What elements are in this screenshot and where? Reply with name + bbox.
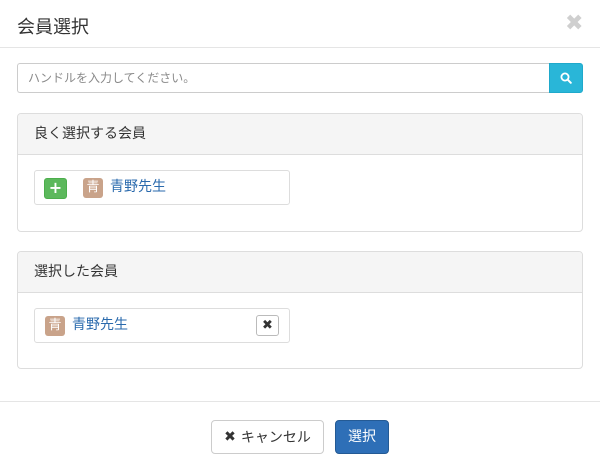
member-name-link[interactable]: 青野先生 [110,177,166,197]
select-button[interactable]: 選択 [335,420,389,454]
member-select-modal: 会員選択 ✖ 良く選択する会員 + 青 青野先生 選択した会員 青 青野先生 ✖… [0,0,600,469]
list-item: 青 青野先生 ✖ [34,308,290,343]
list-item: + 青 青野先生 [34,170,290,205]
member-name-link[interactable]: 青野先生 [72,315,128,335]
close-icon[interactable]: ✖ [565,13,583,35]
avatar: 青 [83,178,103,198]
search-button[interactable] [549,63,583,93]
selected-members-panel: 選択した会員 青 青野先生 ✖ [17,251,583,369]
add-member-button[interactable]: + [44,178,67,199]
handle-search-input[interactable] [17,63,549,93]
selected-members-heading: 選択した会員 [18,252,582,293]
search-group [17,63,583,93]
close-icon: ✖ [224,429,236,445]
modal-title: 会員選択 [17,17,89,38]
search-icon [560,72,572,84]
modal-footer: ✖ キャンセル 選択 [0,401,600,469]
remove-member-button[interactable]: ✖ [256,315,279,336]
avatar: 青 [45,316,65,336]
frequent-members-panel: 良く選択する会員 + 青 青野先生 [17,113,583,232]
modal-header: 会員選択 ✖ [0,0,600,48]
frequent-members-heading: 良く選択する会員 [18,114,582,155]
cancel-button[interactable]: ✖ キャンセル [211,420,324,454]
cancel-button-label: キャンセル [240,430,311,446]
